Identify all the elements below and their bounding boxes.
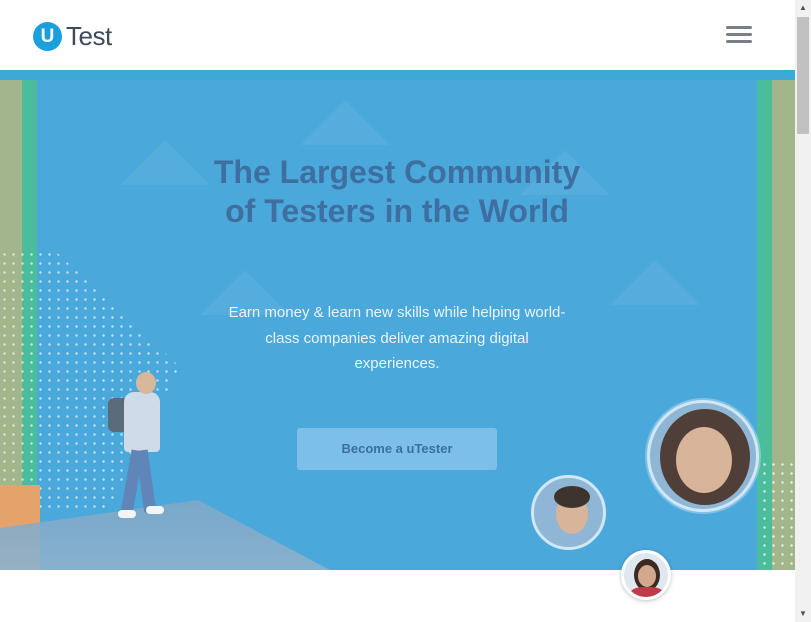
site-header: U Test bbox=[0, 0, 795, 70]
tester-avatar-woman bbox=[647, 400, 759, 512]
walking-tester-photo bbox=[96, 370, 176, 530]
head bbox=[136, 372, 156, 394]
scroll-down-arrow-icon[interactable]: ▼ bbox=[795, 606, 811, 622]
logo-text: Test bbox=[66, 20, 112, 51]
vertical-scrollbar[interactable]: ▲ ▼ bbox=[795, 0, 811, 622]
page-content-below-hero bbox=[0, 570, 795, 622]
hero-subtitle: Earn money & learn new skills while help… bbox=[228, 304, 566, 372]
utest-logo[interactable]: U Test bbox=[33, 21, 112, 51]
leg bbox=[135, 449, 157, 513]
menu-bar bbox=[726, 40, 752, 43]
avatar-face bbox=[676, 427, 732, 493]
hamburger-menu-icon[interactable] bbox=[724, 26, 754, 46]
scroll-up-arrow-icon[interactable]: ▲ bbox=[795, 0, 811, 16]
hero-title: The Largest Community of Testers in the … bbox=[213, 154, 581, 229]
menu-bar bbox=[726, 26, 752, 29]
avatar-face bbox=[638, 565, 656, 587]
logo-mark: U bbox=[33, 21, 62, 51]
tester-avatar-small bbox=[621, 550, 671, 600]
tester-avatar-man bbox=[531, 475, 606, 550]
header-accent-stripe bbox=[0, 70, 795, 80]
shoe bbox=[146, 506, 164, 514]
menu-bar bbox=[726, 33, 752, 36]
scrollbar-thumb[interactable] bbox=[797, 17, 809, 134]
background-triangle bbox=[300, 100, 390, 145]
background-triangle bbox=[610, 260, 700, 305]
dot-pattern bbox=[760, 460, 795, 570]
become-utester-button[interactable]: Become a uTester bbox=[297, 428, 497, 470]
torso bbox=[124, 392, 160, 452]
avatar-hair bbox=[554, 486, 590, 508]
shoe bbox=[118, 510, 136, 518]
hero-section: The Largest Community of Testers in the … bbox=[0, 80, 795, 570]
